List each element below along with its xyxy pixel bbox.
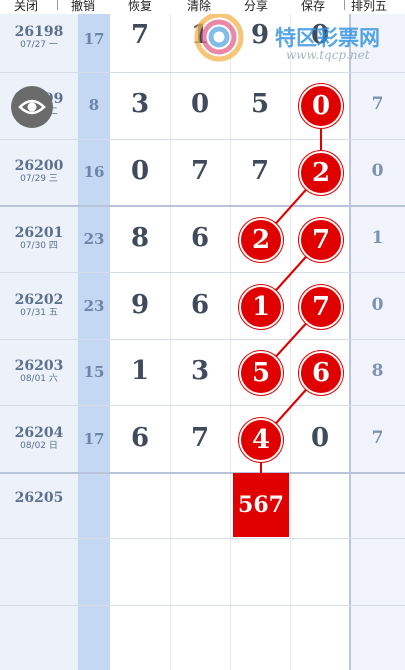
- winning-digit-ball: 1: [239, 285, 283, 329]
- close-button[interactable]: 关闭: [14, 0, 38, 14]
- share-button[interactable]: 分享: [244, 0, 268, 14]
- winning-digit-ball: 2: [299, 151, 343, 195]
- winning-digit-ball: 4: [239, 418, 283, 462]
- site-watermark: 特区彩票网 www.tqcp.net: [188, 10, 388, 70]
- winning-digit-ball: 2: [239, 218, 283, 262]
- prediction-box[interactable]: 567: [233, 473, 289, 537]
- restore-button[interactable]: 恢复: [128, 0, 152, 14]
- eye-toggle-button[interactable]: [11, 86, 53, 128]
- clear-button[interactable]: 清除: [187, 0, 211, 14]
- save-button[interactable]: 保存: [301, 0, 325, 14]
- toolbar-separator: [57, 0, 58, 10]
- eye-icon: [18, 99, 46, 115]
- winning-digit-ball: 7: [299, 285, 343, 329]
- winning-digit-ball: 0: [299, 84, 343, 128]
- undo-button[interactable]: 撤销: [71, 0, 95, 14]
- trend-lines: [260, 106, 322, 476]
- winning-digit-ball: 5: [239, 351, 283, 395]
- toolbar-separator: [344, 0, 345, 10]
- swirl-logo-icon: [194, 12, 244, 62]
- winning-digit-ball: 6: [299, 351, 343, 395]
- winning-digit-ball: 7: [299, 218, 343, 262]
- game-selector-button[interactable]: 排列五: [351, 0, 387, 14]
- top-toolbar: 关闭 撤销 恢复 清除 分享 保存 排列五: [0, 0, 405, 14]
- watermark-url: www.tqcp.net: [286, 48, 370, 62]
